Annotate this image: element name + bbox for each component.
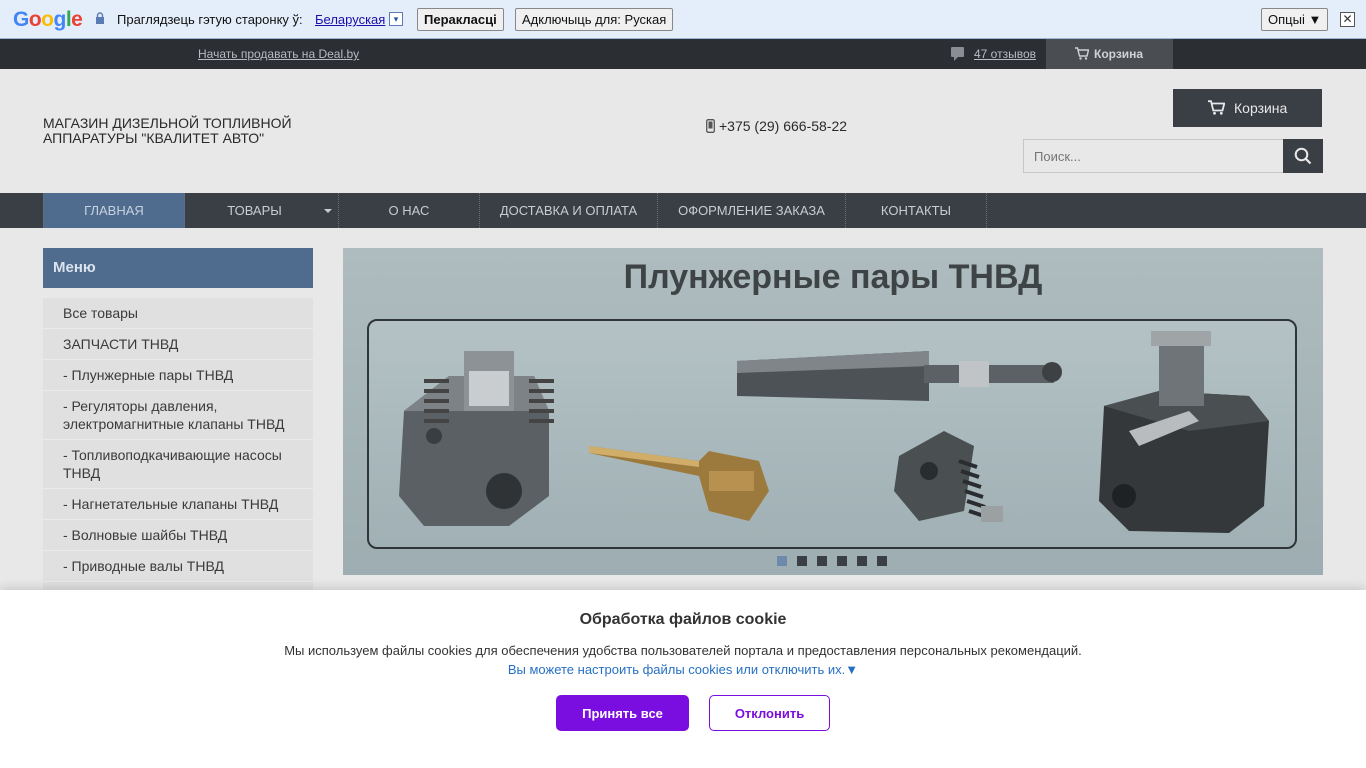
translate-bar: Google Праглядзець гэтую старонку ў: Бел… xyxy=(0,0,1366,39)
chevron-down-icon xyxy=(324,209,332,213)
cookie-consent-panel: Обработка файлов cookie Мы используем фа… xyxy=(0,590,1366,768)
banner-title: Плунжерные пары ТНВД xyxy=(623,258,1043,296)
slider-dot[interactable] xyxy=(857,556,867,566)
plunger-rod-illustration xyxy=(737,351,1062,401)
main-nav: ГЛАВНАЯ ТОВАРЫ О НАС ДОСТАВКА И ОПЛАТА О… xyxy=(0,193,1366,228)
lock-icon xyxy=(96,12,104,24)
close-icon[interactable]: ✕ xyxy=(1340,12,1355,27)
sidebar-item[interactable]: - Плунжерные пары ТНВД xyxy=(43,360,313,391)
cart-label: Корзина xyxy=(1234,100,1288,116)
cookie-title: Обработка файлов cookie xyxy=(579,611,787,628)
banner-image xyxy=(367,319,1297,549)
nav-item-home[interactable]: ГЛАВНАЯ xyxy=(43,193,185,228)
translate-prompt: Праглядзець гэтую старонку ў: xyxy=(117,12,303,27)
language-dropdown-icon[interactable]: ▾ xyxy=(389,12,403,26)
spring-assembly-illustration xyxy=(894,431,1003,522)
sidebar-item[interactable]: - Приводные валы ТНВД xyxy=(43,551,313,582)
slider-dot[interactable] xyxy=(797,556,807,566)
phone-number: +375 (29) 666-58-22 xyxy=(719,118,848,134)
sidebar-item[interactable]: ЗАПЧАСТИ ТНВД xyxy=(43,329,313,360)
pump-head-illustration xyxy=(399,351,554,526)
nav-item-products[interactable]: ТОВАРЫ xyxy=(185,193,339,228)
slider-dot[interactable] xyxy=(817,556,827,566)
translate-options-button[interactable]: Опцыі ▼ xyxy=(1261,8,1329,31)
top-strip: Начать продавать на Deal.by 47 отзывов К… xyxy=(0,39,1366,69)
shop-name[interactable]: МАГАЗИН ДИЗЕЛЬНОЙ ТОПЛИВНОЙ АППАРАТУРЫ "… xyxy=(43,116,303,146)
top-cart-button[interactable]: Корзина xyxy=(1046,39,1173,69)
search-icon xyxy=(1294,147,1312,165)
nav-item-about[interactable]: О НАС xyxy=(339,193,480,228)
sidebar-title: Меню xyxy=(43,248,313,288)
plunger-parts-illustration xyxy=(399,331,1269,533)
mobile-phone-icon xyxy=(706,119,715,133)
slider-pagination xyxy=(777,556,887,566)
reviews-link[interactable]: 47 отзывов xyxy=(974,47,1036,61)
sidebar-item[interactable]: Все товары xyxy=(43,298,313,329)
accept-all-button[interactable]: Принять все xyxy=(556,695,689,731)
nav-item-delivery[interactable]: ДОСТАВКА И ОПЛАТА xyxy=(480,193,658,228)
decline-button[interactable]: Отклонить xyxy=(709,695,830,731)
search-input[interactable] xyxy=(1023,139,1284,173)
start-selling-link[interactable]: Начать продавать на Deal.by xyxy=(198,47,359,61)
cart-icon xyxy=(1075,47,1089,60)
cart-icon xyxy=(1208,100,1225,115)
cart-button[interactable]: Корзина xyxy=(1173,89,1322,127)
nav-item-checkout[interactable]: ОФОРМЛЕНИЕ ЗАКАЗА xyxy=(658,193,846,228)
sidebar-item[interactable]: - Волновые шайбы ТНВД xyxy=(43,520,313,551)
sidebar-item[interactable]: - Топливоподкачивающие насосы ТНВД xyxy=(43,440,313,489)
language-select[interactable]: Беларуская xyxy=(315,12,385,27)
phone-contact: +375 (29) 666-58-22 xyxy=(706,118,847,134)
translate-button[interactable]: Перакласці xyxy=(417,8,504,31)
top-cart-label: Корзина xyxy=(1094,47,1144,61)
slider-dot[interactable] xyxy=(837,556,847,566)
slider-dot[interactable] xyxy=(777,556,787,566)
nav-item-products-label: ТОВАРЫ xyxy=(227,203,282,218)
nav-item-contacts[interactable]: КОНТАКТЫ xyxy=(846,193,987,228)
brass-plunger-illustration xyxy=(589,446,769,521)
banner-slider[interactable]: Плунжерные пары ТНВД xyxy=(343,248,1323,575)
site-header: МАГАЗИН ДИЗЕЛЬНОЙ ТОПЛИВНОЙ АППАРАТУРЫ "… xyxy=(0,69,1366,193)
slider-dot[interactable] xyxy=(877,556,887,566)
cookie-text: Мы используем файлы cookies для обеспече… xyxy=(284,643,1082,658)
cookie-settings-link[interactable]: Вы можете настроить файлы cookies или от… xyxy=(0,662,1366,677)
disable-translation-button[interactable]: Адключыць для: Руская xyxy=(515,8,674,31)
distributor-head-illustration xyxy=(1099,331,1269,533)
sidebar-menu: Все товары ЗАПЧАСТИ ТНВД - Плунжерные па… xyxy=(43,298,313,613)
google-logo: Google xyxy=(13,8,83,31)
comment-icon xyxy=(951,47,964,61)
sidebar-item[interactable]: - Регуляторы давления, электромагнитные … xyxy=(43,391,313,440)
sidebar-item[interactable]: - Нагнетательные клапаны ТНВД xyxy=(43,489,313,520)
search-button[interactable] xyxy=(1283,139,1323,173)
